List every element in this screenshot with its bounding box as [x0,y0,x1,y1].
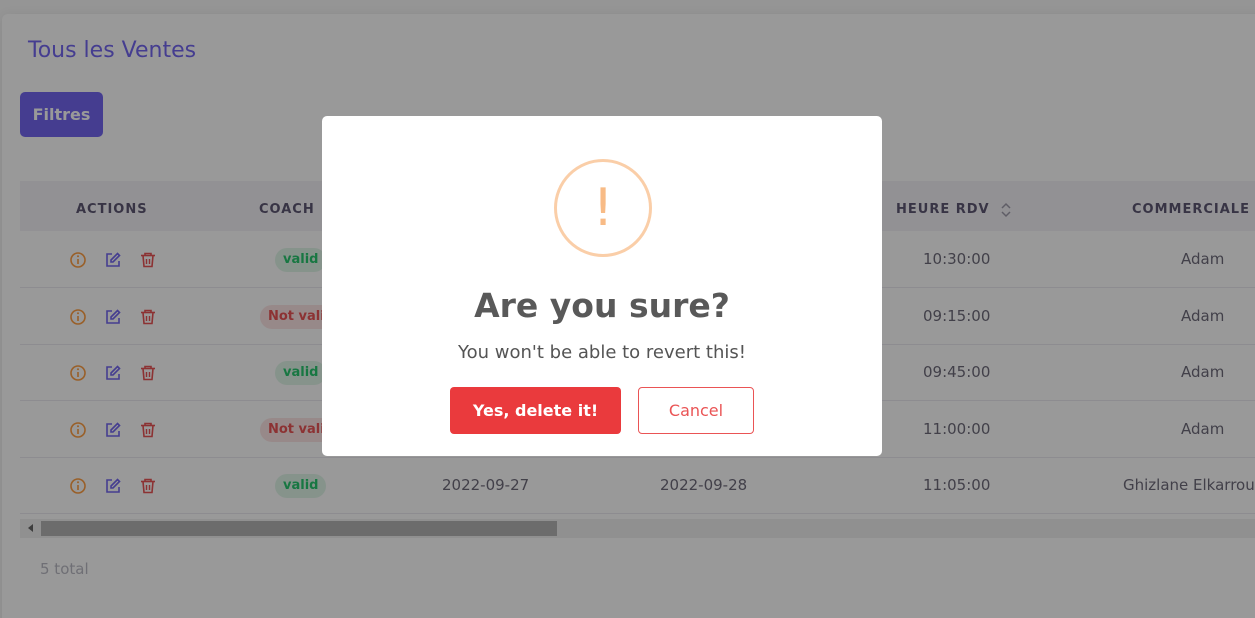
dialog-title: Are you sure? [474,286,730,325]
confirm-delete-button[interactable]: Yes, delete it! [450,387,621,434]
confirm-dialog: ! Are you sure? You won't be able to rev… [322,116,882,456]
warning-icon: ! [554,159,652,257]
dialog-message: You won't be able to revert this! [458,342,746,363]
cancel-button[interactable]: Cancel [638,387,754,434]
page: Tous les Ventes Filtres ACTIONS COACH HE… [0,0,1255,618]
